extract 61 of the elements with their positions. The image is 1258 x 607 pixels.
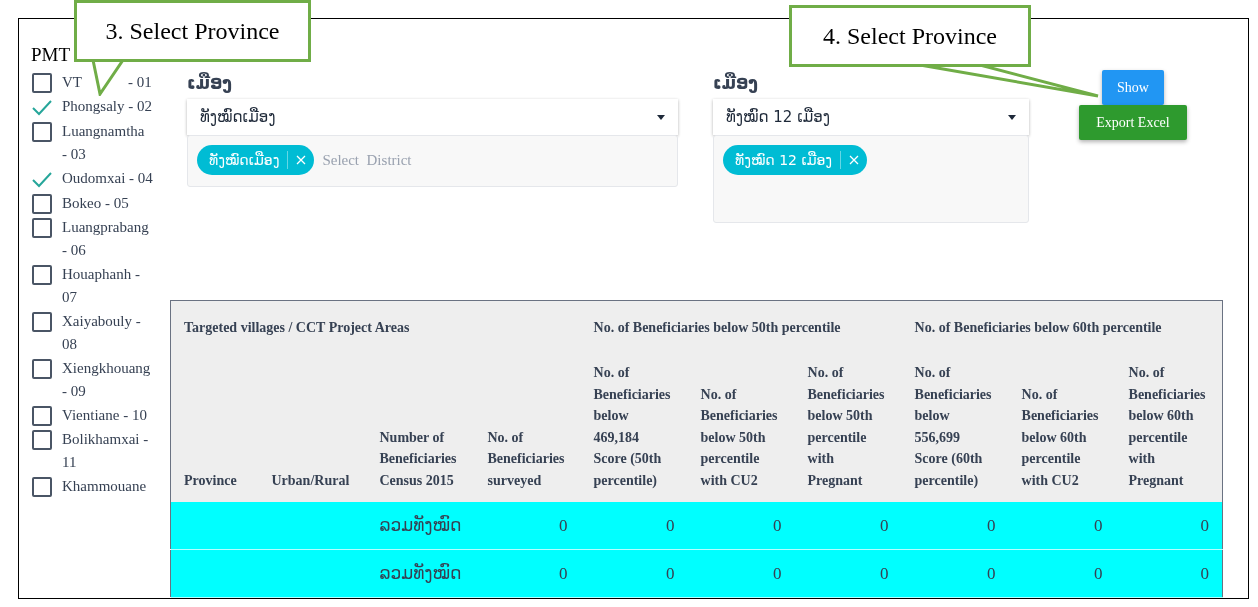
column-header: No. of Beneficiaries below 50th percentile with Pregnant — [794, 350, 902, 502]
province-label[interactable]: - 01 — [128, 71, 152, 94]
column-header: No. of Beneficiaries below 50th percentile with CU2 — [687, 350, 795, 502]
column-header: Number of Beneficiaries Census 2015 — [366, 350, 475, 502]
table-cell: 0 — [1200, 515, 1210, 535]
column-header: No. of Beneficiaries below 60th percentile with Pregnant — [1115, 350, 1223, 502]
field-label: ເມືອງ — [713, 71, 758, 95]
select-dropdown[interactable]: ທັງໝົດ 12 ເມືອງ — [713, 99, 1029, 135]
group-header: Targeted villages / CCT Project Areas — [170, 300, 581, 351]
caret-icon — [657, 114, 665, 120]
table-cell: 0 — [1200, 563, 1210, 583]
checkbox[interactable] — [32, 477, 52, 497]
checkbox[interactable] — [32, 265, 52, 285]
column-header: No. of Beneficiaries surveyed — [474, 350, 581, 502]
checkbox[interactable] — [32, 218, 52, 238]
province-label[interactable]: Luangprabang - 06 — [62, 216, 153, 262]
checkbox[interactable] — [32, 122, 52, 142]
table-cell: 0 — [666, 515, 675, 535]
table-cell: ລວມທັງໝົດ — [379, 514, 462, 535]
table-cell: 0 — [559, 515, 568, 535]
checkbox[interactable] — [32, 194, 52, 214]
column-header: No. of Beneficiaries below 469,184 Score (50th percentile) — [580, 350, 688, 502]
table-cell: 0 — [987, 563, 996, 583]
checkbox[interactable] — [32, 312, 52, 332]
column-header: Urban/Rural — [258, 350, 367, 502]
column-header: No. of Beneficiaries below 556,699 Score (60th percentile) — [901, 350, 1009, 502]
checkbox[interactable] — [32, 359, 52, 379]
select-dropdown[interactable]: ທັງໝົດເມືອງ — [187, 99, 678, 135]
checkbox[interactable] — [32, 430, 52, 450]
table-cell: 0 — [773, 515, 782, 535]
province-label[interactable]: Bokeo - 05 — [62, 192, 153, 215]
table-cell: 0 — [880, 563, 889, 583]
table-cell: 0 — [773, 563, 782, 583]
field-label: ເມືອງ — [187, 71, 232, 95]
province-label[interactable]: Houaphanh - 07 — [62, 263, 153, 309]
table-cell: 0 — [559, 563, 568, 583]
table-cell: 0 — [987, 515, 996, 535]
column-header: No. of Beneficiaries below 60th percentile with CU2 — [1008, 350, 1116, 502]
province-label[interactable]: Xaiyabouly - 08 — [62, 310, 153, 356]
province-label[interactable]: Phongsaly - 02 — [62, 95, 153, 118]
province-label[interactable]: VT — [62, 71, 82, 94]
table-cell: 0 — [1094, 563, 1103, 583]
table-cell: 0 — [666, 563, 675, 583]
checkbox[interactable] — [32, 73, 52, 93]
province-label[interactable]: Bolikhamxai - 11 — [62, 428, 153, 474]
table-cell: 0 — [880, 515, 889, 535]
table-cell: ລວມທັງໝົດ — [379, 562, 462, 583]
province-label[interactable]: Vientiane - 10 — [62, 404, 153, 427]
group-header: No. of Beneficiaries below 50th percentile — [580, 300, 902, 351]
table-cell: 0 — [1094, 515, 1103, 535]
group-header: No. of Beneficiaries below 60th percentile — [901, 300, 1223, 351]
checkbox[interactable] — [32, 406, 52, 426]
province-label[interactable]: Xiengkhouang - 09 — [62, 357, 153, 403]
caret-icon — [1008, 114, 1016, 120]
province-label[interactable]: Khammouane — [62, 475, 153, 498]
column-header: Province — [170, 350, 259, 502]
export-button[interactable]: Export Excel — [1079, 105, 1187, 140]
sidebar-title: PMT — [31, 43, 71, 67]
placeholder-text: Select District — [322, 151, 412, 170]
province-label[interactable]: Oudomxai - 04 — [62, 167, 153, 190]
province-label[interactable]: Luangnamtha - 03 — [62, 120, 153, 166]
